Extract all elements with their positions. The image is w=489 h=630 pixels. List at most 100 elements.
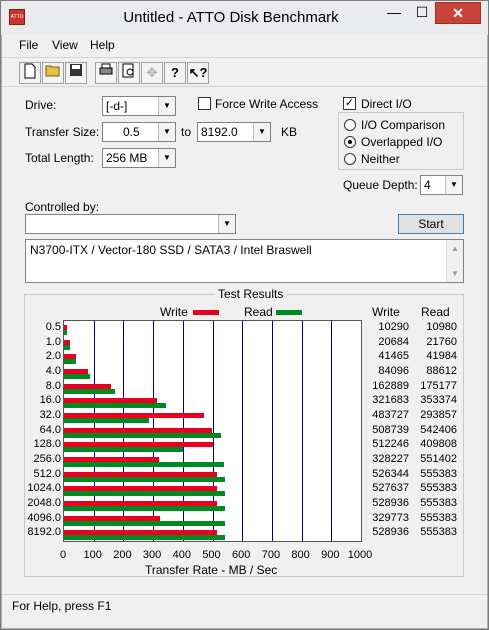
scroll-up-icon[interactable]: ▲ xyxy=(447,240,463,257)
write-value: 20684 xyxy=(378,335,409,348)
chevron-down-icon[interactable]: ▼ xyxy=(218,215,235,233)
read-bar xyxy=(64,432,222,438)
write-value: 321683 xyxy=(372,394,409,407)
y-tick-label: 128.0 xyxy=(33,438,61,451)
test-results-group: Test Results Write Read Write Read 0.5 10… xyxy=(24,287,464,577)
transfer-size-label: Transfer Size: xyxy=(25,125,100,139)
read-bar xyxy=(64,403,167,409)
read-bar xyxy=(64,447,183,453)
chevron-down-icon[interactable]: ▼ xyxy=(158,123,175,141)
scroll-down-icon[interactable]: ▼ xyxy=(447,265,463,282)
read-bar xyxy=(64,520,226,526)
force-write-checkbox[interactable] xyxy=(198,97,211,110)
write-value: 483727 xyxy=(372,409,409,421)
save-icon[interactable] xyxy=(65,62,87,84)
print-preview-icon[interactable] xyxy=(118,62,140,84)
read-bar xyxy=(64,462,224,467)
read-value: 10980 xyxy=(426,321,457,333)
kb-label: KB xyxy=(281,125,298,139)
read-value: 353374 xyxy=(420,394,457,407)
total-length-label: Total Length: xyxy=(25,151,94,165)
write-value: 528936 xyxy=(372,497,409,509)
status-bar: For Help, press F1 xyxy=(2,594,487,628)
read-bar xyxy=(64,330,68,335)
y-tick-label: 512.0 xyxy=(33,467,61,480)
y-tick-label: 16.0 xyxy=(39,394,61,407)
write-value: 526344 xyxy=(372,467,409,480)
title-bar[interactable]: ATTO Untitled - ATTO Disk Benchmark — ☐ … xyxy=(1,1,488,35)
minimize-button[interactable]: — xyxy=(381,2,407,24)
legend-read-swatch xyxy=(276,310,302,315)
chevron-down-icon[interactable]: ▼ xyxy=(445,176,462,194)
menu-view[interactable]: View xyxy=(52,38,78,52)
description-textarea[interactable]: N3700-ITX / Vector-180 SSD / SATA3 / Int… xyxy=(25,239,464,283)
menu-help[interactable]: Help xyxy=(90,38,115,52)
transfer-from-select[interactable]: 0.5 ▼ xyxy=(102,122,176,142)
transfer-to-select[interactable]: 8192.0 ▼ xyxy=(197,122,271,142)
read-bar xyxy=(64,491,226,497)
open-icon[interactable] xyxy=(42,62,64,84)
write-value: 328227 xyxy=(372,453,409,465)
y-tick-label: 2048.0 xyxy=(27,497,61,509)
y-tick-label: 8192.0 xyxy=(27,526,61,539)
read-bar xyxy=(64,418,150,423)
menu-file[interactable]: File xyxy=(19,38,38,52)
queue-depth-select[interactable]: 4 ▼ xyxy=(420,175,463,195)
write-value: 162889 xyxy=(372,379,409,392)
chevron-down-icon[interactable]: ▼ xyxy=(253,123,270,141)
window-title: Untitled - ATTO Disk Benchmark xyxy=(123,9,339,26)
print-icon[interactable] xyxy=(95,62,117,84)
y-tick-label: 256.0 xyxy=(33,453,61,465)
force-write-label: Force Write Access xyxy=(215,97,319,111)
new-icon[interactable] xyxy=(19,62,41,84)
status-text: For Help, press F1 xyxy=(12,599,112,613)
drive-select[interactable]: [-d-] ▼ xyxy=(102,96,176,116)
y-tick-label: 64.0 xyxy=(39,423,61,436)
legend-write-label: Write xyxy=(160,305,188,319)
close-button[interactable]: ✕ xyxy=(435,2,481,24)
read-value: 542406 xyxy=(420,423,457,436)
atto-app-icon[interactable]: ATTO xyxy=(9,9,25,25)
x-tick-label: 1000 xyxy=(347,549,373,561)
read-value: 555383 xyxy=(420,511,457,524)
legend-write-swatch xyxy=(193,310,219,315)
write-value: 84096 xyxy=(378,365,409,377)
y-tick-label: 4096.0 xyxy=(27,511,61,524)
io-comparison-label: I/O Comparison xyxy=(361,118,446,132)
read-value: 88612 xyxy=(426,365,457,377)
x-axis-label: Transfer Rate - MB / Sec xyxy=(145,563,278,577)
chevron-down-icon[interactable]: ▼ xyxy=(158,149,175,167)
write-value: 512246 xyxy=(372,438,409,451)
grid-line xyxy=(331,321,333,541)
grid-line xyxy=(242,321,244,541)
chevron-down-icon[interactable]: ▼ xyxy=(158,97,175,115)
y-tick-label: 2.0 xyxy=(45,350,61,363)
read-bar xyxy=(64,506,226,511)
start-button[interactable]: Start xyxy=(398,214,464,234)
move-icon[interactable]: ✥ xyxy=(141,62,163,84)
description-scrollbar[interactable]: ▲ ▼ xyxy=(446,240,463,282)
io-comparison-radio[interactable] xyxy=(344,119,356,131)
read-bar xyxy=(64,374,90,379)
help-icon[interactable]: ? xyxy=(164,62,186,84)
context-help-icon[interactable]: ↖? xyxy=(187,62,209,84)
y-tick-label: 0.5 xyxy=(45,321,61,333)
description-text: N3700-ITX / Vector-180 SSD / SATA3 / Int… xyxy=(30,243,312,257)
chart-plot-area xyxy=(63,320,362,542)
read-bar xyxy=(64,344,71,350)
neither-radio[interactable] xyxy=(344,153,356,165)
overlapped-io-radio[interactable] xyxy=(344,136,356,148)
grid-line xyxy=(271,321,273,541)
read-value: 175177 xyxy=(420,379,457,392)
write-value: 10290 xyxy=(378,321,409,333)
read-value: 551402 xyxy=(420,453,457,465)
total-length-select[interactable]: 256 MB ▼ xyxy=(102,148,176,168)
controlled-by-select[interactable]: ▼ xyxy=(25,214,236,234)
read-bar xyxy=(64,535,226,541)
chart-title: Test Results xyxy=(215,287,287,301)
direct-io-checkbox[interactable]: ✓ xyxy=(343,97,356,110)
maximize-button[interactable]: ☐ xyxy=(409,2,435,24)
read-value: 555383 xyxy=(420,497,457,509)
y-tick-label: 4.0 xyxy=(45,365,61,377)
y-tick-label: 1.0 xyxy=(45,335,61,348)
